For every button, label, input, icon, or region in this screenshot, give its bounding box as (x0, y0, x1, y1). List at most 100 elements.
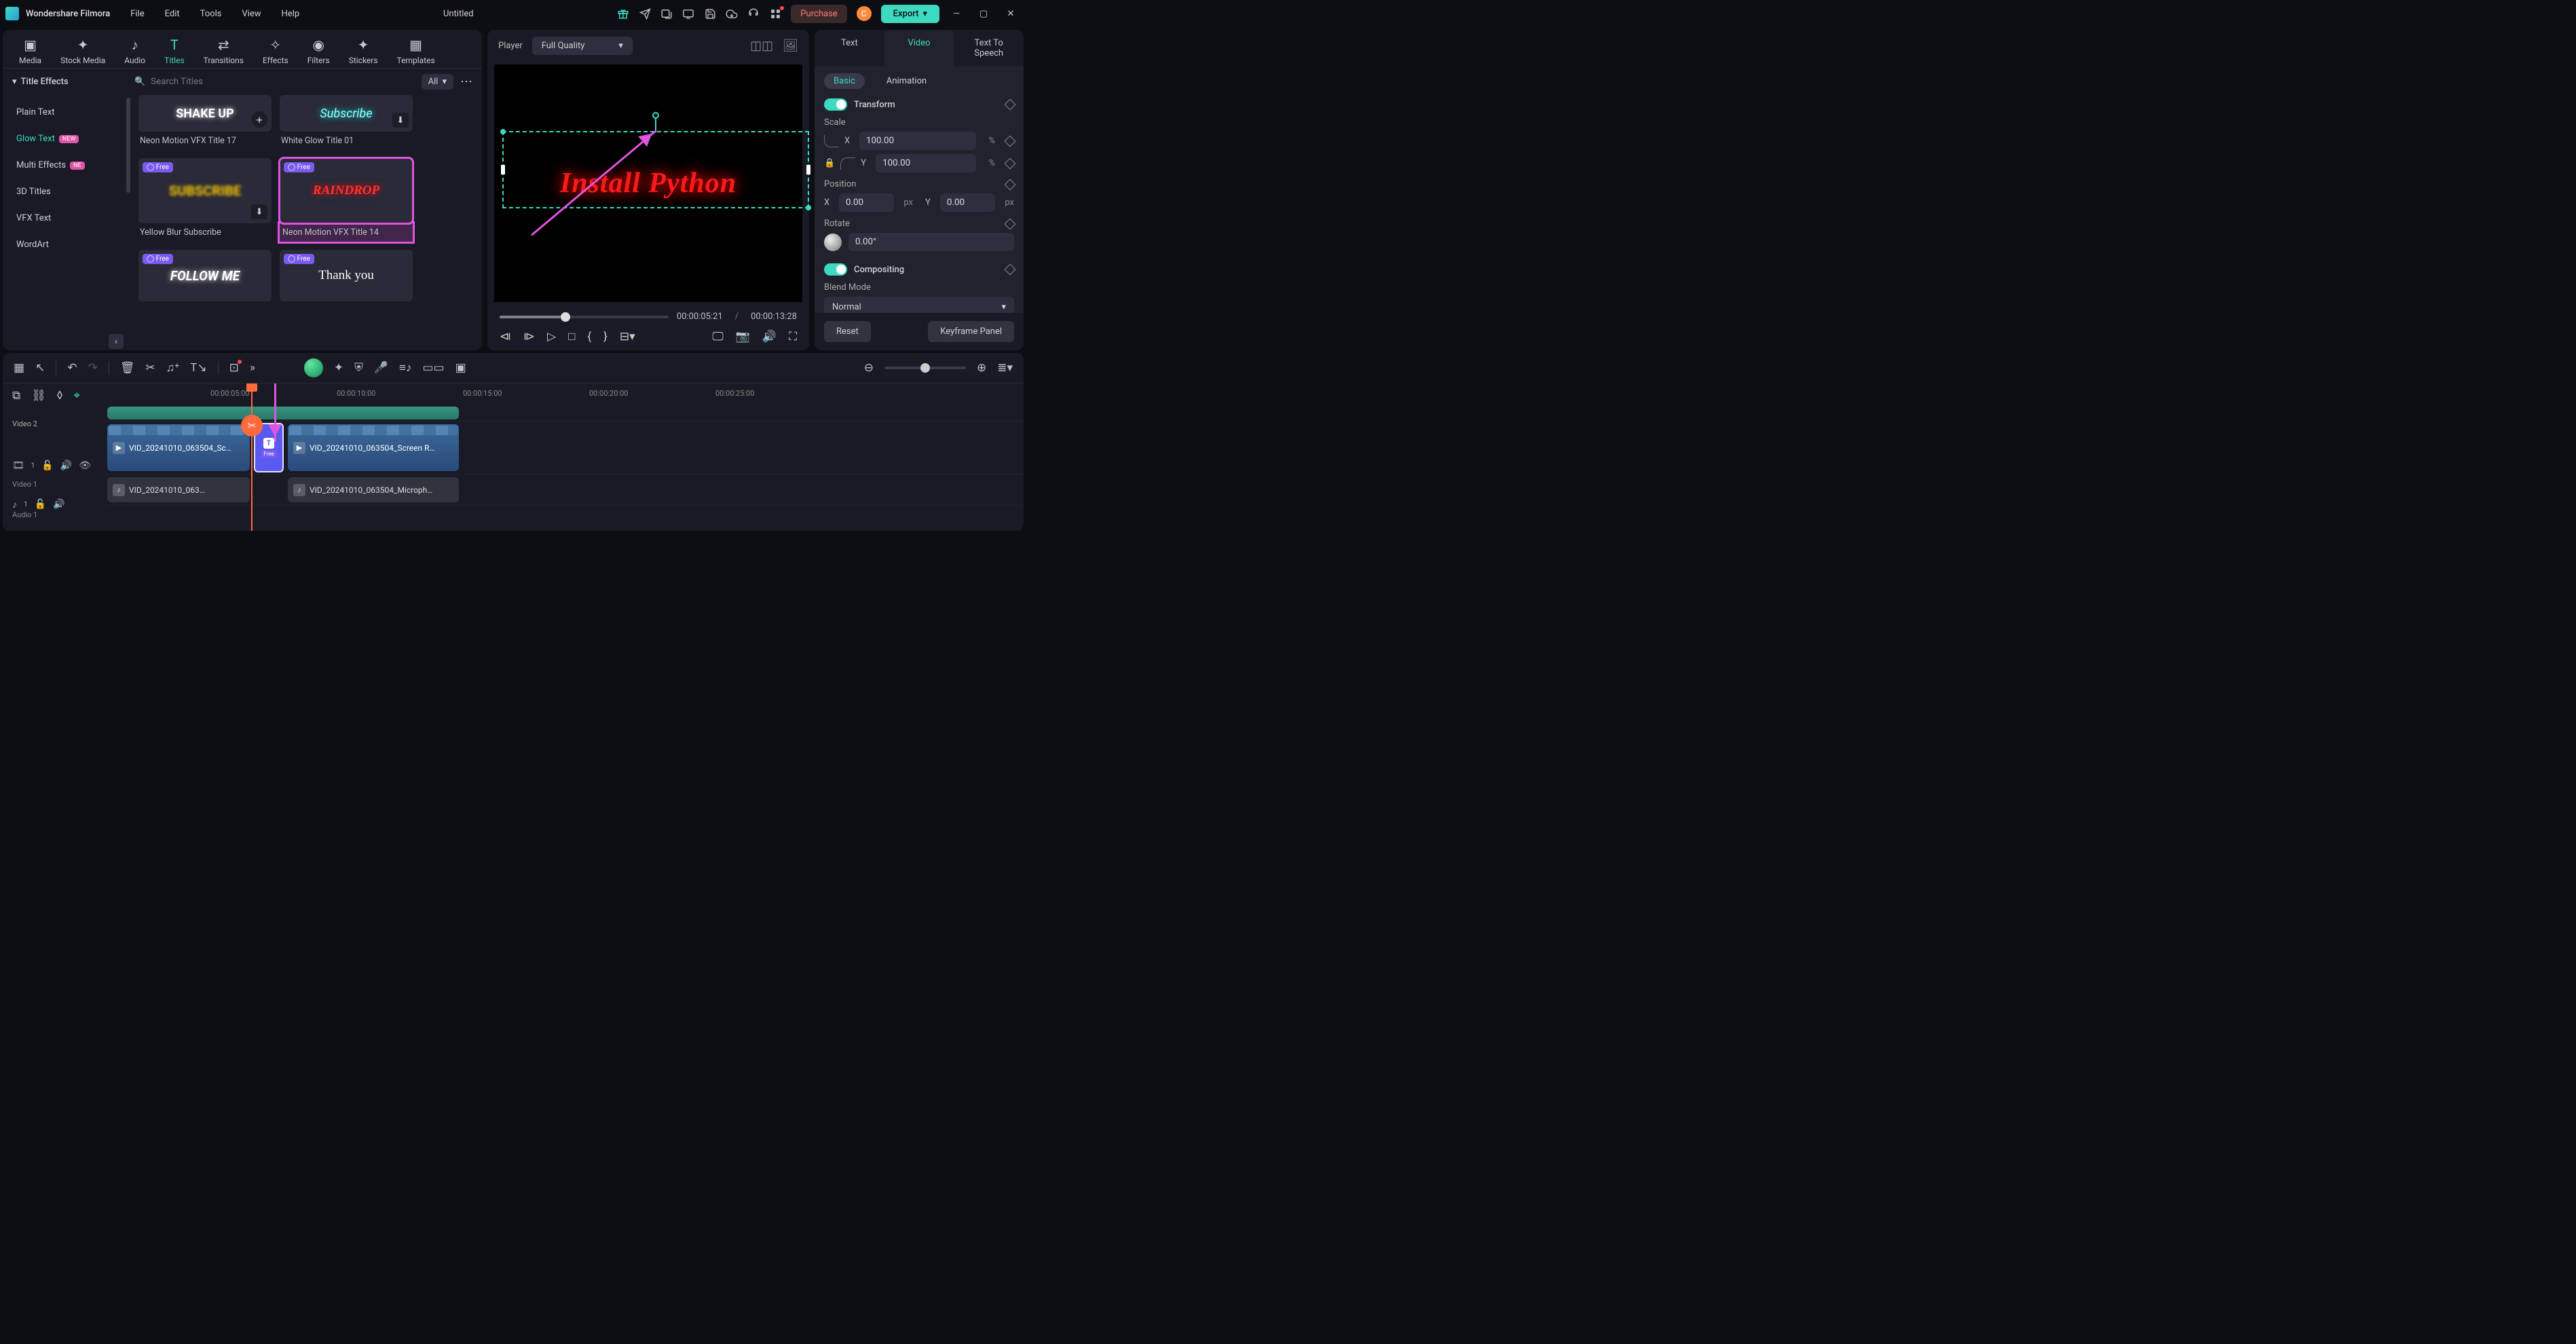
quality-dropdown[interactable]: Full Quality▾ (532, 37, 633, 55)
eye-icon[interactable]: 👁 (79, 460, 91, 471)
cat-3d-titles[interactable]: 3D Titles (3, 179, 132, 205)
compositing-section[interactable]: Compositing (824, 263, 1014, 276)
compare-icon[interactable]: ◫◫ (750, 39, 773, 53)
seek-thumb[interactable] (561, 312, 570, 322)
minimize-button[interactable]: — (946, 9, 967, 19)
lock-icon[interactable]: 🔓 (35, 499, 46, 510)
tab-stock[interactable]: ✦Stock Media (60, 37, 105, 65)
blend-mode-dropdown[interactable]: Normal▾ (824, 297, 1014, 313)
reset-button[interactable]: Reset (824, 321, 871, 342)
volume-icon[interactable]: 🔊 (762, 330, 777, 343)
layout-icon[interactable]: ▦ (14, 361, 24, 375)
playhead[interactable]: ✂ (251, 384, 253, 531)
title-card[interactable]: ◯ FreeThank you (280, 250, 413, 301)
more-tools-icon[interactable]: » (250, 361, 255, 375)
zoom-out-button[interactable]: ⊖ (864, 361, 874, 375)
scrollbar[interactable] (126, 98, 130, 193)
lock-icon[interactable]: 🔒 (824, 158, 835, 168)
crop-icon[interactable]: ⊡ (229, 361, 239, 375)
prev-frame-button[interactable]: ⧏ (500, 330, 511, 343)
tab-transitions[interactable]: ⇄Transitions (204, 37, 244, 65)
resize-handle[interactable] (501, 165, 505, 174)
scale-y-input[interactable] (876, 154, 976, 172)
stop-button[interactable]: □ (568, 330, 575, 343)
display-icon[interactable]: 🖵 (712, 330, 723, 343)
mute-icon[interactable]: 🔊 (53, 499, 64, 510)
link-icon[interactable]: ⛓ (31, 389, 46, 403)
title-card[interactable]: ◯ FreeFOLLOW ME (138, 250, 272, 301)
download-icon[interactable]: ⬇ (392, 113, 409, 128)
scissors-icon[interactable]: ✂ (241, 415, 263, 436)
redo-button[interactable]: ↷ (88, 361, 98, 375)
search-input[interactable] (151, 77, 421, 87)
keyframe-icon[interactable] (1005, 264, 1016, 276)
download-icon[interactable]: ⬇ (251, 204, 267, 219)
export-button[interactable]: Export▾ (881, 5, 939, 23)
mark-in-button[interactable]: { (587, 330, 591, 343)
search-box[interactable]: 🔍 (134, 77, 422, 87)
scale-x-input[interactable] (859, 132, 976, 150)
cat-wordart[interactable]: WordArt (3, 231, 132, 258)
cloud-icon[interactable] (726, 7, 738, 20)
img-icon[interactable]: 🖼 (783, 39, 798, 53)
rotate-handle[interactable] (652, 112, 659, 119)
clip-green[interactable] (107, 407, 459, 419)
lock-icon[interactable]: 🔓 (41, 460, 53, 471)
prop-tab-text[interactable]: Text (815, 30, 884, 67)
timeline-tracks[interactable]: 00:00:05:00 00:00:10:00 00:00:15:00 00:0… (106, 384, 1024, 531)
selection-box[interactable] (502, 131, 809, 208)
marker-icon[interactable]: ◊ (57, 389, 63, 403)
music-icon[interactable]: ♫⁺ (166, 361, 180, 375)
subtab-basic[interactable]: Basic (824, 73, 865, 89)
keyframe-icon[interactable] (1005, 157, 1016, 169)
queue-icon[interactable] (660, 7, 673, 20)
clip-audio[interactable]: ♪VID_20241010_063… (107, 477, 250, 502)
keyframe-panel-button[interactable]: Keyframe Panel (928, 321, 1014, 342)
screen-icon[interactable] (682, 7, 694, 20)
send-icon[interactable] (639, 7, 651, 20)
cat-glow-text[interactable]: Glow TextNEW (3, 126, 132, 152)
overlay-icon[interactable]: ⧉ (12, 389, 20, 403)
tab-templates[interactable]: ▦Templates (397, 37, 435, 65)
cat-plain-text[interactable]: Plain Text (3, 99, 132, 126)
ratio-dropdown[interactable]: ⊟▾ (620, 330, 635, 343)
menu-file[interactable]: File (130, 9, 144, 19)
keyframe-icon[interactable] (1005, 218, 1016, 229)
mic-icon[interactable]: 🎤 (374, 361, 388, 375)
ai-button[interactable] (304, 358, 323, 377)
play-button[interactable]: ▷ (547, 330, 556, 343)
cat-multi-effects[interactable]: Multi EffectsNE (3, 152, 132, 179)
snapshot-icon[interactable]: 📷 (736, 330, 750, 343)
title-card[interactable]: ◯ FreeSUBSCRIBE⬇ Yellow Blur Subscribe (138, 158, 272, 242)
keyframe-icon[interactable] (1005, 99, 1016, 111)
transform-section[interactable]: Transform (824, 98, 1014, 111)
pos-x-input[interactable] (839, 193, 894, 212)
menu-help[interactable]: Help (282, 9, 300, 19)
track-head-video2[interactable]: Video 2 (3, 408, 106, 439)
track-audio1[interactable]: ♪VID_20241010_063… ♪VID_20241010_063504_… (106, 474, 1024, 506)
cursor-icon[interactable]: ↖ (35, 361, 45, 375)
subtab-animation[interactable]: Animation (877, 73, 936, 89)
close-button[interactable]: ✕ (1001, 9, 1021, 19)
tab-effects[interactable]: ✧Effects (263, 37, 288, 65)
keyframe-icon[interactable] (1005, 135, 1016, 147)
more-icon[interactable]: ⋯ (460, 75, 472, 89)
pos-y-input[interactable] (940, 193, 995, 212)
preview-canvas[interactable]: Install Python (494, 64, 802, 302)
transform-toggle[interactable] (824, 98, 847, 111)
menu-tools[interactable]: Tools (200, 9, 222, 19)
rotate-dial[interactable] (824, 234, 842, 251)
text-icon[interactable]: T↘ (190, 361, 206, 375)
time-ruler[interactable]: 00:00:05:00 00:00:10:00 00:00:15:00 00:0… (106, 384, 1024, 405)
resize-handle[interactable] (806, 165, 810, 174)
user-avatar[interactable]: C (857, 6, 872, 21)
render-icon[interactable]: ▣ (455, 361, 466, 375)
title-card[interactable]: SHAKE UP+ Neon Motion VFX Title 17 (138, 95, 272, 150)
tab-filters[interactable]: ◉Filters (307, 37, 330, 65)
zoom-in-button[interactable]: ⊕ (977, 361, 986, 375)
filter-dropdown[interactable]: All▾ (422, 74, 453, 90)
menu-edit[interactable]: Edit (165, 9, 180, 19)
fullscreen-icon[interactable]: ⛶ (789, 330, 797, 343)
compositing-toggle[interactable] (824, 263, 847, 276)
gift-icon[interactable] (617, 7, 629, 20)
